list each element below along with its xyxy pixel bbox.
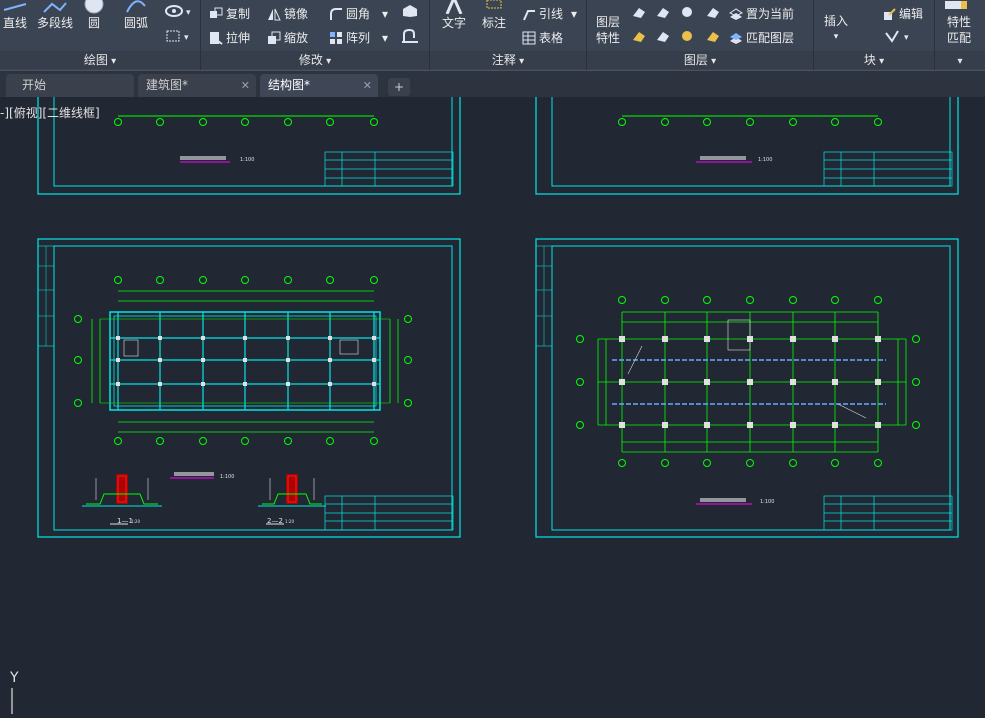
edit-block-button[interactable]: 编辑 — [882, 5, 923, 22]
polyline-icon — [42, 0, 68, 14]
block-panel: 插入 ▾ 编辑 ▾ 块 — [814, 0, 935, 70]
3d-box-icon[interactable] — [401, 4, 419, 21]
match-layer-icon — [730, 33, 742, 44]
circle-icon — [81, 0, 107, 14]
tab-architectural[interactable]: 建筑图* ✕ — [138, 74, 256, 97]
properties-panel-title — [935, 51, 985, 69]
leader-button[interactable]: 引线 ▾ — [522, 5, 577, 22]
annotation-panel: 文字 标注 引线 ▾ 表格 注释 — [430, 0, 587, 70]
scale-text: 1:100 — [240, 157, 254, 163]
arc-tool[interactable]: 圆弧 — [118, 0, 154, 50]
tab-start[interactable]: 开始 — [6, 74, 134, 97]
text-tool[interactable]: 文字 — [436, 0, 472, 50]
svg-text:▾: ▾ — [184, 33, 189, 43]
viewport-controls[interactable]: -][俯视][二维线框] — [0, 104, 100, 121]
table-icon — [522, 31, 536, 45]
block-attribute-button[interactable]: ▾ — [884, 29, 914, 46]
dimension-tool[interactable]: 标注 — [476, 0, 512, 50]
scale-icon — [268, 31, 281, 44]
close-tab-icon[interactable]: ✕ — [241, 74, 250, 97]
close-tab-icon[interactable]: ✕ — [363, 74, 372, 97]
layers-panel: 图层 特性 置为当前 匹配图层 图层 — [587, 0, 814, 70]
scale-text: 1:100 — [760, 499, 774, 505]
annotation-panel-title[interactable]: 注释 — [430, 51, 586, 69]
draw-panel: 直线 多段线 圆 圆弧 ▾ ▾ 绘图 — [0, 0, 201, 70]
layer-state-icons — [633, 7, 719, 18]
attribute-icon: ▾ — [885, 30, 909, 43]
file-tab-bar: 开始 建筑图* ✕ 结构图* ✕ + — [0, 70, 985, 98]
layers-panel-title[interactable]: 图层 — [587, 51, 813, 69]
scale-text: 1:20 — [131, 519, 140, 524]
properties-panel: 特性 匹配 — [935, 0, 985, 70]
line-tool[interactable]: 直线 — [0, 0, 30, 50]
plus-icon: + — [393, 80, 405, 94]
copy-button[interactable]: 复制 — [209, 5, 250, 22]
fillet-icon — [330, 8, 342, 20]
leader-icon — [523, 10, 535, 21]
fillet-button[interactable]: 圆角 ▾ — [329, 5, 388, 22]
eye-icon: ▾ — [165, 5, 191, 18]
model-space-canvas[interactable]: 1:100 1:100 1:100 1—1 1:20 2—2 1:20 1:10… — [0, 97, 985, 715]
region-icon: ▾ — [166, 30, 189, 43]
draw-panel-title[interactable]: 绘图 — [0, 51, 200, 69]
modify-panel-title[interactable]: 修改 — [201, 51, 429, 69]
array-button[interactable]: 阵列 ▾ — [329, 29, 388, 46]
scale-text: 1:100 — [758, 157, 772, 163]
svg-text:▾: ▾ — [904, 33, 909, 43]
section-label: 2—2 — [267, 517, 283, 525]
match-properties-icon[interactable] — [943, 0, 971, 14]
dimension-icon — [481, 0, 507, 14]
modify-panel: 复制 镜像 圆角 ▾ 拉伸 缩放 阵列 ▾ 修改 — [201, 0, 430, 70]
table-button[interactable]: 表格 — [522, 29, 563, 46]
new-tab-button[interactable]: + — [388, 78, 410, 96]
ucs-y-label: Y — [10, 670, 19, 686]
set-current-button[interactable]: 置为当前 — [729, 5, 794, 22]
scale-button[interactable]: 缩放 — [267, 29, 308, 46]
edit-block-icon — [884, 8, 896, 20]
layer-tools-row2[interactable] — [631, 28, 727, 47]
arc-icon — [123, 0, 149, 14]
svg-text:▾: ▾ — [186, 8, 191, 18]
mirror-icon — [268, 8, 281, 21]
ucs-icon: Y — [8, 670, 32, 718]
text-a-icon — [441, 0, 467, 15]
circle-tool[interactable]: 圆 — [80, 0, 108, 50]
set-current-icon — [729, 8, 743, 20]
match-layer-button[interactable]: 匹配图层 — [729, 29, 794, 46]
region-dropdown[interactable]: ▾ — [164, 28, 194, 47]
line-icon — [2, 0, 28, 14]
layer-lock-icons — [633, 31, 719, 42]
array-icon — [330, 32, 342, 44]
tab-structural[interactable]: 结构图* ✕ — [260, 74, 378, 97]
copy-icon — [210, 7, 223, 18]
mirror-button[interactable]: 镜像 — [267, 5, 308, 22]
offset-icon[interactable] — [401, 28, 419, 47]
hatch-dropdown[interactable]: ▾ — [164, 4, 194, 21]
block-panel-title[interactable]: 块 — [814, 51, 934, 69]
stretch-icon — [210, 32, 223, 45]
stretch-button[interactable]: 拉伸 — [209, 29, 250, 46]
layer-tools-row1[interactable] — [631, 4, 727, 23]
scale-text: 1:20 — [285, 519, 294, 524]
polyline-tool[interactable]: 多段线 — [34, 0, 76, 50]
ribbon: 直线 多段线 圆 圆弧 ▾ ▾ 绘图 复制 镜像 圆角▾ — [0, 0, 985, 70]
scale-text: 1:100 — [220, 474, 234, 480]
